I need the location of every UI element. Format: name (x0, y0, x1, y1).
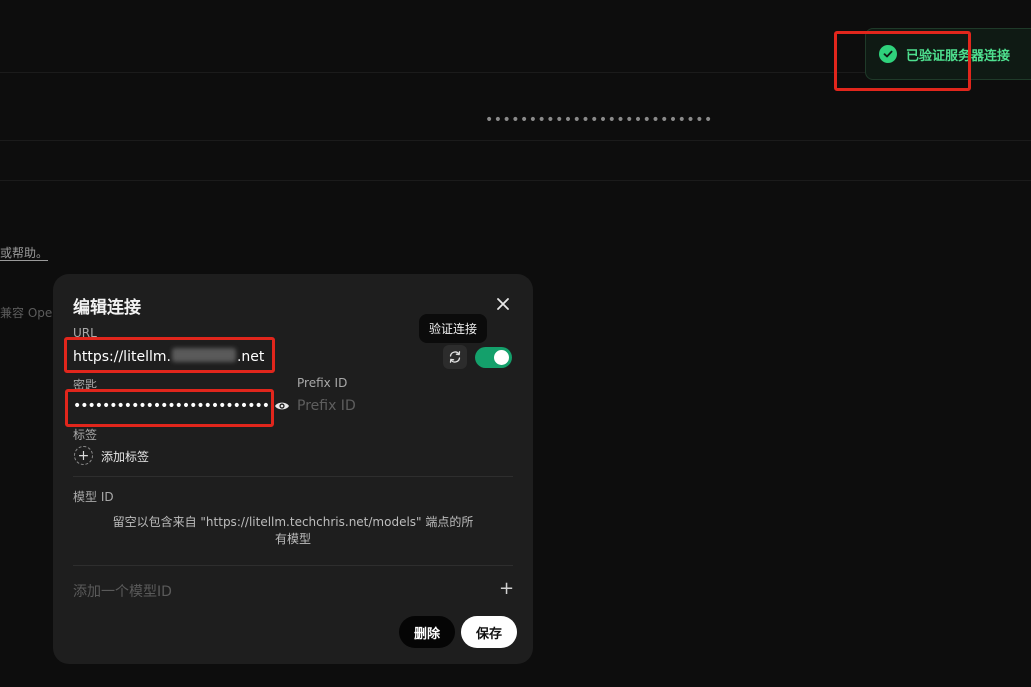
url-value-prefix: https://litellm. (73, 349, 171, 365)
verify-connection-tooltip: 验证连接 (419, 314, 488, 343)
connection-enabled-toggle[interactable] (475, 347, 512, 368)
delete-button[interactable]: 删除 (399, 616, 455, 648)
add-tag-button[interactable]: 添加标签 (101, 448, 149, 465)
toggle-knob (494, 350, 509, 365)
background-divider (0, 180, 1031, 181)
prefix-id-input[interactable]: Prefix ID (297, 398, 356, 414)
model-id-hint: 留空以包含来自 "https://litellm.techchris.net/m… (112, 515, 474, 546)
check-circle-icon (879, 45, 897, 63)
edit-connection-dialog: 编辑连接 URL https://litellm. .net 验证连接 密匙 ••… (53, 274, 533, 664)
eye-icon[interactable] (274, 398, 290, 414)
refresh-icon (448, 350, 462, 364)
tags-label: 标签 (73, 428, 98, 442)
redacted-blur (171, 348, 236, 362)
api-key-input[interactable]: •••••••••••••••••••••••••••• (73, 398, 269, 414)
model-id-label: 模型 ID (73, 490, 114, 504)
divider (73, 476, 513, 477)
url-value-suffix: .net (236, 349, 265, 365)
close-icon[interactable] (493, 294, 513, 314)
add-model-id-input[interactable]: 添加一个模型ID (73, 581, 172, 601)
plus-icon[interactable]: + (499, 580, 514, 598)
background-masked-key: •••••••••••••••••••••••••• (485, 112, 713, 128)
dialog-title: 编辑连接 (73, 298, 141, 318)
add-tag-icon[interactable]: + (74, 446, 93, 465)
background-divider (0, 140, 1031, 141)
url-label: URL (73, 326, 97, 340)
verify-connection-button[interactable] (443, 345, 467, 369)
divider (73, 565, 513, 566)
toast-message: 已验证服务器连接 (906, 48, 1011, 64)
save-button[interactable]: 保存 (461, 616, 517, 648)
url-input[interactable]: https://litellm. .net (73, 348, 264, 365)
prefix-id-label: Prefix ID (297, 376, 348, 390)
background-help-link[interactable]: 或帮助。 (0, 244, 48, 261)
background-compat-text: 兼容 Ope (0, 306, 53, 320)
success-toast: 已验证服务器连接 (865, 28, 1031, 80)
key-label: 密匙 (73, 378, 98, 392)
